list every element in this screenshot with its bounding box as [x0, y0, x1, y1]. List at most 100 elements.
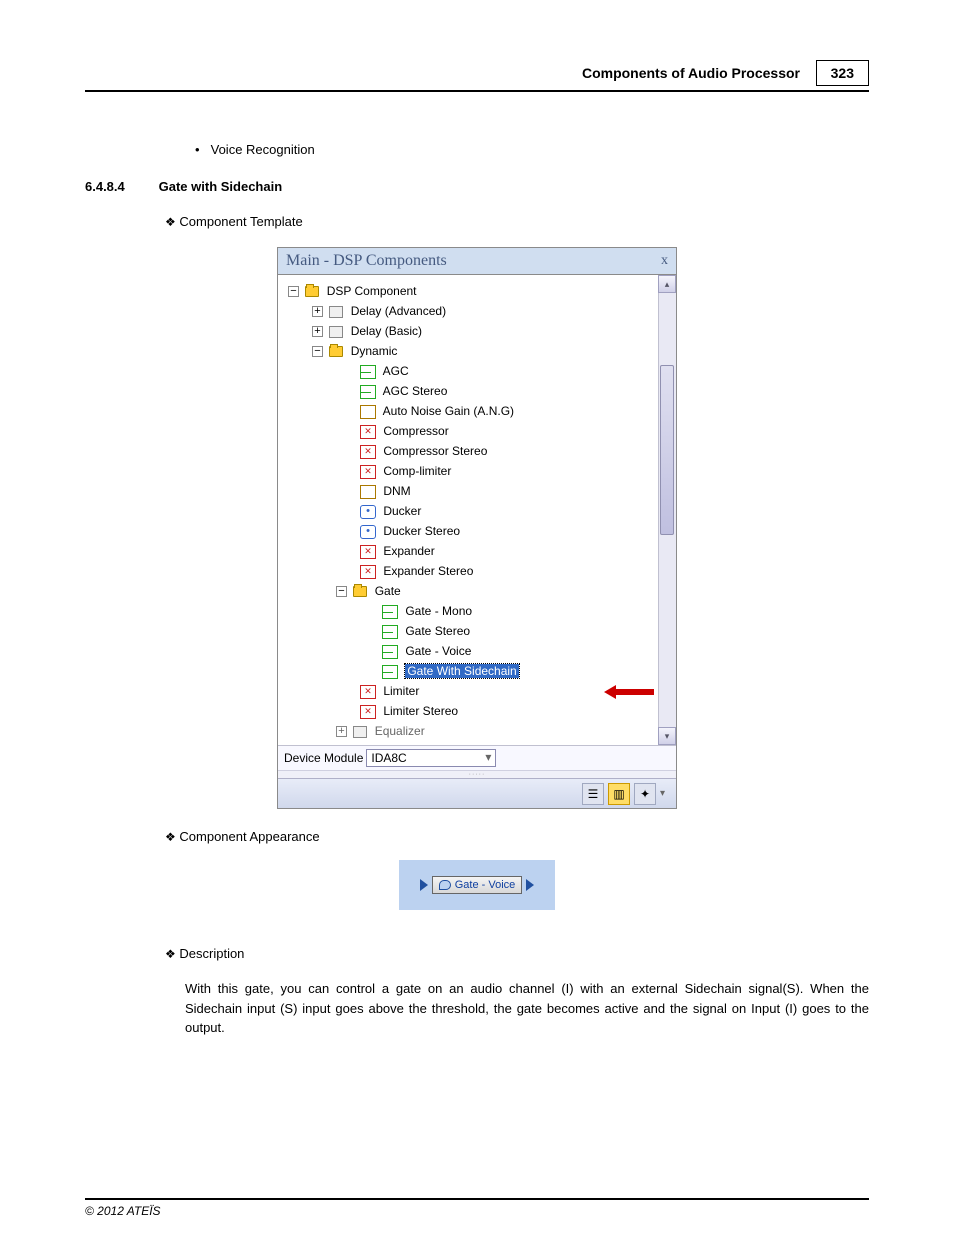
folder-icon [329, 346, 343, 357]
tree-label: Equalizer [375, 724, 425, 738]
expander-icon [360, 565, 376, 579]
tree-node-agc[interactable]: AGC [282, 361, 654, 381]
tree-label: Limiter [383, 684, 419, 698]
panel-title-bar: Main - DSP Components x [278, 248, 676, 275]
wave-icon [360, 405, 376, 419]
toolbar-dropdown-icon[interactable]: ▾ [660, 788, 670, 799]
tree-node-gate[interactable]: − Gate [282, 581, 654, 601]
compressor-icon [360, 445, 376, 459]
tree-label: Expander [383, 544, 434, 558]
expand-icon[interactable]: + [336, 726, 347, 737]
tree-node-agc-stereo[interactable]: AGC Stereo [282, 381, 654, 401]
scroll-down-button[interactable]: ▾ [658, 727, 676, 745]
tree-node-dnm[interactable]: DNM [282, 481, 654, 501]
component-icon [353, 726, 367, 738]
description-paragraph: With this gate, you can control a gate o… [185, 979, 869, 1038]
resize-grip[interactable]: ····· [278, 770, 676, 778]
tree-label: Limiter Stereo [383, 704, 458, 718]
tree-label: Delay (Basic) [351, 324, 422, 338]
ducker-icon [360, 525, 376, 539]
tree-node-limiter[interactable]: Limiter [282, 681, 654, 701]
toolbar-list-icon[interactable]: ☰ [582, 783, 604, 805]
toolbar-settings-icon[interactable]: ✦ [634, 783, 656, 805]
subheading-component-appearance: ❖ Component Appearance [165, 829, 869, 844]
tree-node-expander-stereo[interactable]: Expander Stereo [282, 561, 654, 581]
limiter-icon [360, 705, 376, 719]
gate-icon [382, 625, 398, 639]
subheading-description: ❖ Description [165, 946, 869, 961]
tree-node-ducker-stereo[interactable]: Ducker Stereo [282, 521, 654, 541]
subheading-text: Description [179, 946, 244, 961]
page-footer: © 2012 ATEÏS [85, 1198, 869, 1218]
panel-title-text: Main - DSP Components [286, 252, 447, 270]
tree-label: Gate Stereo [405, 624, 470, 638]
tree-node-compressor[interactable]: Compressor [282, 421, 654, 441]
folder-icon [353, 586, 367, 597]
tree-label: DNM [383, 484, 410, 498]
panel-toolbar: ☰ ▥ ✦ ▾ [278, 778, 676, 808]
bullet-dot-icon: • [195, 142, 207, 157]
collapse-icon[interactable]: − [312, 346, 323, 357]
limiter-icon [360, 685, 376, 699]
diamond-icon: ❖ [165, 947, 176, 961]
component-icon [329, 306, 343, 318]
expand-icon[interactable]: + [312, 306, 323, 317]
tree-label: Compressor Stereo [383, 444, 487, 458]
tree-node-delay-advanced[interactable]: + Delay (Advanced) [282, 301, 654, 321]
gate-chip-icon [439, 880, 451, 890]
tree-view[interactable]: − DSP Component + Delay (Advanced) + Del… [278, 275, 658, 745]
tree-node-delay-basic[interactable]: + Delay (Basic) [282, 321, 654, 341]
tree-label: Expander Stereo [383, 564, 473, 578]
wave-icon [360, 485, 376, 499]
tree-node-gate-stereo[interactable]: Gate Stereo [282, 621, 654, 641]
bullet-text: Voice Recognition [211, 142, 315, 157]
device-module-select[interactable]: IDA8C [366, 749, 496, 767]
compressor-icon [360, 425, 376, 439]
tree-label: Comp-limiter [383, 464, 451, 478]
scroll-thumb[interactable] [660, 365, 674, 535]
tree-label-selected: Gate With Sidechain [405, 664, 518, 678]
toolbar-view-icon[interactable]: ▥ [608, 783, 630, 805]
dsp-components-panel: Main - DSP Components x − DSP Component … [277, 247, 677, 809]
close-icon[interactable]: x [661, 253, 668, 269]
tree-node-equalizer-cut[interactable]: + Equalizer [282, 721, 654, 741]
diamond-icon: ❖ [165, 215, 176, 229]
section-title: Gate with Sidechain [159, 179, 283, 194]
tree-node-dsp-component[interactable]: − DSP Component [282, 281, 654, 301]
page-header: Components of Audio Processor 323 [85, 60, 869, 92]
section-number: 6.4.8.4 [85, 179, 155, 194]
device-module-row: Device Module IDA8C [278, 745, 676, 770]
input-arrow-icon [420, 879, 428, 891]
gate-icon [382, 605, 398, 619]
tree-node-ducker[interactable]: Ducker [282, 501, 654, 521]
compressor-icon [360, 465, 376, 479]
tree-node-dynamic[interactable]: − Dynamic [282, 341, 654, 361]
vertical-scrollbar[interactable]: ▴ ▾ [658, 275, 676, 745]
subheading-text: Component Appearance [179, 829, 319, 844]
collapse-icon[interactable]: − [336, 586, 347, 597]
expand-icon[interactable]: + [312, 326, 323, 337]
tree-node-gate-sidechain[interactable]: Gate With Sidechain [282, 661, 654, 681]
agc-icon [360, 385, 376, 399]
tree-label: Dynamic [351, 344, 398, 358]
scroll-up-button[interactable]: ▴ [658, 275, 676, 293]
collapse-icon[interactable]: − [288, 286, 299, 297]
tree-label: Ducker Stereo [383, 524, 460, 538]
tree-node-ang[interactable]: Auto Noise Gain (A.N.G) [282, 401, 654, 421]
subheading-component-template: ❖ Component Template [165, 214, 869, 229]
expander-icon [360, 545, 376, 559]
gate-voice-chip[interactable]: Gate - Voice [432, 876, 523, 894]
tree-node-comp-limiter[interactable]: Comp-limiter [282, 461, 654, 481]
tree-label: Gate - Voice [405, 644, 471, 658]
tree-node-gate-mono[interactable]: Gate - Mono [282, 601, 654, 621]
tree-node-expander[interactable]: Expander [282, 541, 654, 561]
bullet-voice-recognition: • Voice Recognition [195, 142, 869, 157]
tree-label: Gate [375, 584, 401, 598]
tree-label: Compressor [383, 424, 448, 438]
tree-label: Gate - Mono [405, 604, 472, 618]
device-module-label: Device Module [284, 751, 363, 765]
tree-node-limiter-stereo[interactable]: Limiter Stereo [282, 701, 654, 721]
tree-node-compressor-stereo[interactable]: Compressor Stereo [282, 441, 654, 461]
ducker-icon [360, 505, 376, 519]
tree-node-gate-voice[interactable]: Gate - Voice [282, 641, 654, 661]
